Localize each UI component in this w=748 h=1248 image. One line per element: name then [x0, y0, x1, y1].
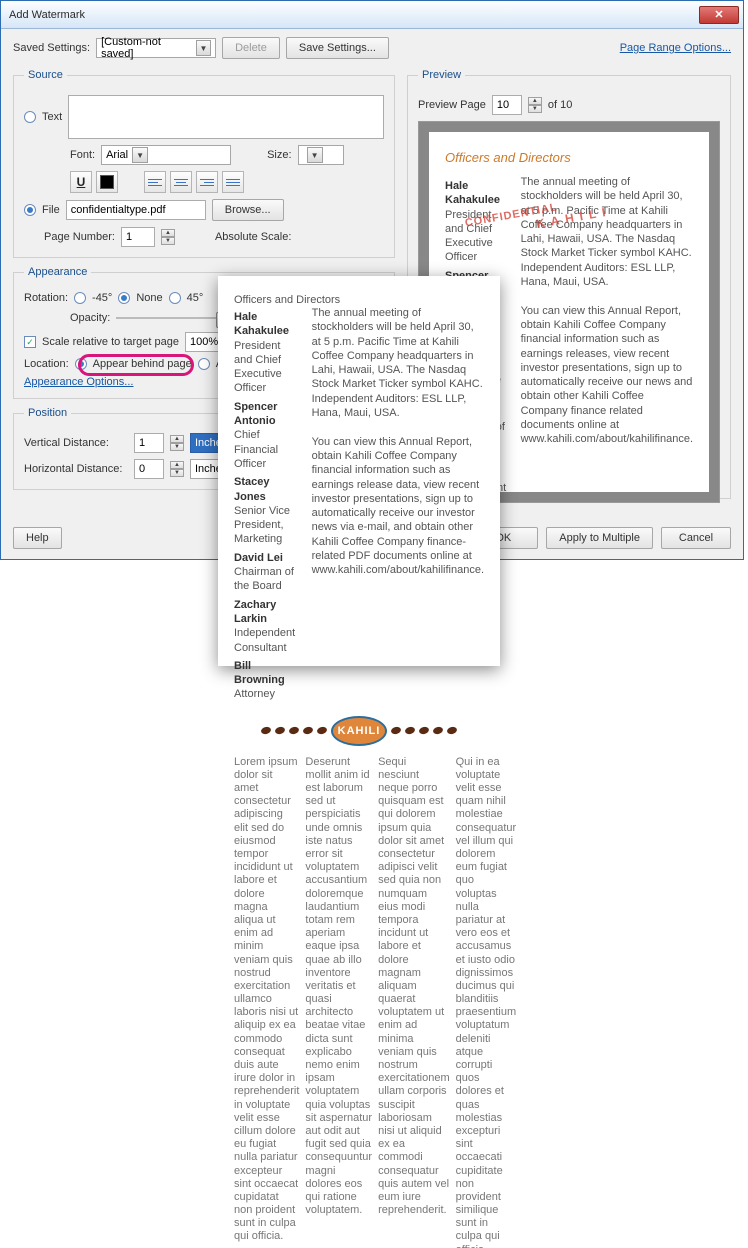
saved-settings-dropdown[interactable]: [Custom-not saved] ▼	[96, 38, 216, 58]
align-center-icon	[174, 179, 188, 186]
source-group: Source Text Font: Arial ▼ Size:	[13, 69, 395, 258]
source-file-input[interactable]: confidentialtype.pdf	[66, 200, 206, 220]
align-right-icon	[200, 179, 214, 186]
preview-page-spinner[interactable]: ▲▼	[528, 97, 542, 113]
source-text-label: Text	[42, 111, 62, 123]
align-left-icon	[148, 179, 162, 186]
align-justify-button[interactable]	[222, 171, 244, 193]
source-text-input[interactable]	[68, 95, 384, 139]
rotation-label: Rotation:	[24, 292, 68, 304]
source-file-label: File	[42, 204, 60, 216]
align-center-button[interactable]	[170, 171, 192, 193]
delete-button[interactable]: Delete	[222, 37, 280, 59]
absolute-scale-label: Absolute Scale:	[215, 231, 291, 243]
horizontal-distance-label: Horizontal Distance:	[24, 463, 128, 475]
source-text-radio[interactable]	[24, 111, 36, 123]
font-dropdown[interactable]: Arial ▼	[101, 145, 231, 165]
page-number-label: Page Number:	[44, 231, 115, 243]
chevron-down-icon: ▼	[196, 40, 211, 56]
titlebar: Add Watermark ✕	[1, 1, 743, 29]
chevron-down-icon: ▼	[132, 147, 148, 163]
underline-button[interactable]: U	[70, 171, 92, 193]
vertical-distance-label: Vertical Distance:	[24, 437, 128, 449]
source-legend: Source	[24, 69, 67, 81]
preview-legend: Preview	[418, 69, 465, 81]
preview-page-title: Officers and Directors	[445, 150, 693, 165]
scale-relative-label: Scale relative to target page	[42, 336, 179, 348]
location-behind-label: Appear behind page	[93, 358, 192, 370]
font-value: Arial	[106, 149, 128, 161]
spinner-down-icon: ▼	[170, 443, 184, 451]
align-justify-icon	[226, 179, 240, 186]
save-settings-button[interactable]: Save Settings...	[286, 37, 389, 59]
rotation-45-radio[interactable]	[169, 292, 181, 304]
page-range-options-link[interactable]: Page Range Options...	[620, 42, 731, 54]
position-legend: Position	[24, 407, 71, 419]
source-file-radio[interactable]	[24, 204, 36, 216]
spinner-down-icon: ▼	[161, 237, 175, 245]
spinner-up-icon: ▲	[170, 435, 184, 443]
preview-page-label: Preview Page	[418, 99, 486, 111]
saved-settings-value: [Custom-not saved]	[101, 36, 192, 60]
overlay-body-columns: Lorem ipsum dolor sit amet consectetur a…	[234, 756, 484, 1248]
browse-button[interactable]: Browse...	[212, 199, 284, 221]
appearance-legend: Appearance	[24, 266, 91, 278]
preview-page-of: of 10	[548, 99, 572, 111]
color-swatch-icon	[100, 175, 114, 189]
rotation-neg45-label: -45°	[92, 292, 112, 304]
rotation-none-label: None	[136, 292, 162, 304]
cancel-button[interactable]: Cancel	[661, 527, 731, 549]
horizontal-distance-spinner[interactable]: ▲▼	[170, 461, 184, 477]
spinner-down-icon: ▼	[170, 469, 184, 477]
coffee-beans-icon: KAHILI	[234, 716, 484, 746]
appearance-options-link[interactable]: Appearance Options...	[24, 376, 133, 388]
overlay-page-title: Officers and Directors	[234, 294, 484, 306]
page-number-spinner[interactable]: ▲▼	[161, 229, 175, 245]
location-top-radio[interactable]	[198, 358, 210, 370]
close-button[interactable]: ✕	[699, 6, 739, 24]
location-behind-radio[interactable]	[75, 358, 87, 370]
font-label: Font:	[70, 149, 95, 161]
preview-page-input[interactable]: 10	[492, 95, 522, 115]
vertical-distance-spinner[interactable]: ▲▼	[170, 435, 184, 451]
text-color-button[interactable]	[96, 171, 118, 193]
saved-settings-label: Saved Settings:	[13, 42, 90, 54]
chevron-down-icon: ▼	[307, 147, 323, 163]
horizontal-distance-input[interactable]: 0	[134, 459, 164, 479]
size-dropdown[interactable]: ▼	[298, 145, 344, 165]
location-label: Location:	[24, 358, 69, 370]
rotation-none-radio[interactable]	[118, 292, 130, 304]
spinner-up-icon: ▲	[170, 461, 184, 469]
spinner-up-icon: ▲	[161, 229, 175, 237]
scale-relative-checkbox[interactable]	[24, 336, 36, 348]
spinner-up-icon: ▲	[528, 97, 542, 105]
spinner-down-icon: ▼	[528, 105, 542, 113]
help-button[interactable]: Help	[13, 527, 62, 549]
window-title: Add Watermark	[9, 9, 699, 21]
opacity-label: Opacity:	[70, 312, 110, 324]
align-right-button[interactable]	[196, 171, 218, 193]
close-icon: ✕	[714, 8, 723, 21]
rotation-45-label: 45°	[187, 292, 204, 304]
apply-multiple-button[interactable]: Apply to Multiple	[546, 527, 653, 549]
overlay-text-columns: Hale KahakuleePresident and Chief Execut…	[234, 306, 484, 702]
vertical-distance-input[interactable]: 1	[134, 433, 164, 453]
align-left-button[interactable]	[144, 171, 166, 193]
page-number-input[interactable]: 1	[121, 227, 155, 247]
rotation-neg45-radio[interactable]	[74, 292, 86, 304]
overlay-source-page: Officers and Directors Hale KahakuleePre…	[218, 276, 500, 666]
kahili-logo: KAHILI	[331, 716, 387, 746]
underline-icon: U	[77, 175, 86, 189]
size-label: Size:	[267, 149, 291, 161]
